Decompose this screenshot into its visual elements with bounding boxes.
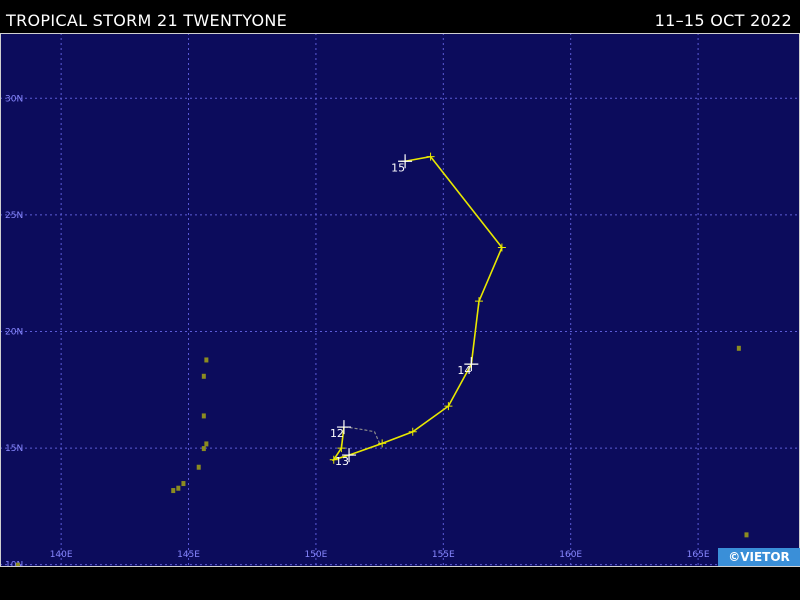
island: [204, 357, 209, 363]
island: [196, 464, 201, 470]
island: [201, 413, 206, 419]
track-map[interactable]: 10N15N20N25N30N140E 145E 150E 155E 160E 165E …: [0, 33, 800, 567]
island: [201, 373, 206, 379]
header: TROPICAL STORM 21 TWENTYONE 11–15 OCT 20…: [0, 0, 800, 33]
lon-label: 165E: [687, 550, 710, 560]
island: [204, 441, 209, 447]
lon-label: 150E: [304, 550, 327, 560]
island: [181, 481, 186, 487]
lon-label: 140E: [50, 550, 73, 560]
day-label: 14: [457, 364, 471, 377]
vietor-credit: ©VIETOR: [718, 548, 800, 566]
ocean-background: [0, 33, 800, 567]
island: [201, 446, 206, 452]
lon-label: 145E: [177, 550, 200, 560]
island: [736, 345, 741, 351]
day-label: 15: [391, 161, 405, 174]
storm-title: TROPICAL STORM 21 TWENTYONE: [6, 11, 288, 30]
island: [171, 488, 176, 494]
lat-label: 30N: [5, 94, 23, 104]
lon-label: 160E: [559, 550, 582, 560]
day-label: 13: [335, 455, 349, 468]
lat-label: 25N: [5, 211, 23, 221]
date-range: 11–15 OCT 2022: [654, 11, 792, 30]
footer: [0, 567, 800, 600]
island: [744, 532, 749, 538]
lat-label: 15N: [5, 444, 23, 454]
island: [176, 485, 181, 491]
lat-label: 20N: [5, 327, 23, 337]
day-label: 12: [330, 427, 344, 440]
lon-label: 155E: [432, 550, 455, 560]
